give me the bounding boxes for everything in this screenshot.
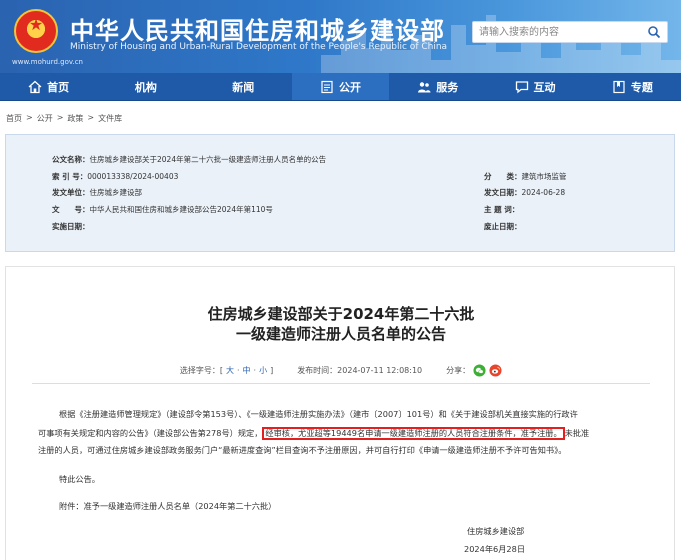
- meta-title-value: 住房城乡建设部关于2024年第二十六批一级建造师注册人员名单的公告: [89, 155, 327, 164]
- paragraph-1-line-3: 注册的人员，可通过住房城乡建设部政务服务门户“最新进度查询”栏目查询不予注册原因…: [38, 445, 567, 455]
- signature-date: 2024年6月28日: [464, 544, 526, 554]
- breadcrumb-policy[interactable]: 政策: [67, 113, 83, 124]
- article-title-line-2: 一级建造师注册人员名单的公告: [235, 325, 446, 343]
- article-content: 住房城乡建设部关于2024年第二十六批 一级建造师注册人员名单的公告 选择字号：…: [5, 266, 675, 560]
- meta-category-value: 建筑市场监管: [521, 172, 567, 181]
- meta-subject-label: 主 题 词：: [484, 205, 520, 214]
- meta-issuer-value: 住房城乡建设部: [89, 188, 143, 197]
- chat-icon: [515, 80, 528, 93]
- meta-date-label: 发文日期：: [484, 188, 522, 197]
- article-info-bar: 选择字号：[ 大 · 中 · 小 ] 发布时间：2024-07-11 12:08…: [6, 364, 676, 377]
- share-label: 分享：: [446, 366, 471, 375]
- breadcrumb-separator: >: [56, 113, 64, 122]
- nav-news[interactable]: 新闻: [195, 73, 292, 100]
- document-metadata: 公文名称：住房城乡建设部关于2024年第二十六批一级建造师注册人员名单的公告 索…: [5, 134, 675, 252]
- font-size-label: 选择字号：[: [179, 366, 223, 375]
- breadcrumb-separator: >: [26, 113, 33, 122]
- search-box: [472, 21, 668, 43]
- font-size-large[interactable]: 大: [226, 365, 234, 376]
- meta-category-row: 分 类：建筑市场监管: [484, 171, 567, 182]
- home-icon: [28, 80, 42, 93]
- paragraph-1-line-2-start: 可事项有关规定和内容的公告》（建设部公告第278号）规定，: [38, 428, 263, 438]
- meta-date-row: 发文日期：2024-06-28: [484, 187, 565, 198]
- nav-institutions-label: 机构: [134, 80, 157, 94]
- meta-index-label: 索 引 号：: [52, 172, 88, 181]
- meta-date-value: 2024-06-28: [521, 188, 566, 197]
- attachment-link[interactable]: 附件：准予一级建造师注册人员名单（2024年第二十六批）: [59, 501, 276, 512]
- site-url: www.mohurd.gov.cn: [12, 58, 83, 66]
- meta-docno-value: 中华人民共和国住房和城乡建设部公告2024年第110号: [89, 205, 273, 214]
- publish-time: 发布时间：2024-07-11 12:08:10: [297, 366, 423, 375]
- meta-title-label: 公文名称：: [52, 155, 90, 164]
- nav-public-label: 公开: [338, 80, 361, 94]
- meta-effective-label: 实施日期：: [52, 222, 90, 231]
- search-icon[interactable]: [647, 25, 661, 39]
- font-separator: ·: [236, 366, 240, 375]
- main-nav: 首页 机构 新闻 公开 服务 互动 专题: [0, 73, 681, 101]
- font-size-close: ]: [270, 366, 274, 375]
- meta-docno-label: 文 号：: [52, 205, 90, 214]
- nav-topics-label: 专题: [630, 80, 653, 94]
- highlighted-approval-text: 经审核，尤亚超等19449名申请一级建造师注册的人员符合注册条件，准予注册。: [262, 427, 565, 440]
- article-title-line-1: 住房城乡建设部关于2024年第二十六批: [207, 305, 475, 323]
- font-separator: ·: [253, 366, 257, 375]
- nav-public[interactable]: 公开: [291, 73, 390, 100]
- site-header: 中华人民共和国住房和城乡建设部 Ministry of Housing and …: [0, 0, 681, 73]
- meta-docno-row: 文 号：中华人民共和国住房和城乡建设部公告2024年第110号: [52, 204, 273, 215]
- nav-home[interactable]: 首页: [0, 73, 97, 100]
- nav-interaction[interactable]: 互动: [486, 73, 583, 100]
- paragraph-2: 特此公告。: [59, 474, 100, 484]
- site-subtitle: Ministry of Housing and Urban-Rural Deve…: [70, 42, 448, 52]
- breadcrumb: 首页 > 公开 > 政策 > 文件库: [6, 113, 122, 124]
- site-title: 中华人民共和国住房和城乡建设部: [70, 17, 445, 45]
- meta-index-value: 000013338/2024-00403: [87, 172, 179, 181]
- search-input[interactable]: [479, 24, 639, 40]
- nav-interaction-label: 互动: [533, 80, 556, 94]
- breadcrumb-file-library[interactable]: 文件库: [98, 113, 122, 124]
- breadcrumb-separator: >: [87, 113, 95, 122]
- nav-services[interactable]: 服务: [389, 73, 486, 100]
- weibo-share-icon[interactable]: [489, 364, 502, 377]
- breadcrumb-public[interactable]: 公开: [37, 113, 53, 124]
- paragraph-1-line-2: 可事项有关规定和内容的公告》（建设部公告第278号）规定， 经审核，尤亚超等194…: [38, 427, 589, 440]
- wechat-share-icon[interactable]: [473, 364, 486, 377]
- paragraph-1-line-2-end: 未批准: [564, 428, 590, 438]
- national-emblem-icon: [14, 9, 58, 53]
- nav-topics[interactable]: 专题: [584, 73, 681, 100]
- paragraph-1-line-1: 根据《注册建造师管理规定》（建设部令第153号）、《一级建造师注册实施办法》（建…: [59, 409, 578, 419]
- bookmark-icon: [613, 80, 625, 93]
- meta-title-row: 公文名称：住房城乡建设部关于2024年第二十六批一级建造师注册人员名单的公告: [52, 154, 326, 165]
- nav-home-label: 首页: [47, 80, 70, 94]
- font-size-medium[interactable]: 中: [243, 365, 251, 376]
- meta-category-label: 分 类：: [484, 172, 522, 181]
- meta-effective-row: 实施日期：: [52, 221, 90, 232]
- nav-services-label: 服务: [436, 80, 459, 94]
- meta-issuer-label: 发文单位：: [52, 188, 90, 197]
- nav-news-label: 新闻: [232, 80, 255, 94]
- meta-index-row: 索 引 号：000013338/2024-00403: [52, 171, 178, 182]
- breadcrumb-home[interactable]: 首页: [6, 113, 22, 124]
- meta-issuer-row: 发文单位：住房城乡建设部: [52, 187, 142, 198]
- meta-subject-row: 主 题 词：: [484, 204, 519, 215]
- signature-org: 住房城乡建设部: [467, 526, 525, 536]
- document-icon: [321, 80, 333, 93]
- people-icon: [418, 81, 431, 92]
- font-size-small[interactable]: 小: [259, 365, 267, 376]
- nav-institutions[interactable]: 机构: [97, 73, 194, 100]
- meta-expire-label: 废止日期：: [484, 222, 522, 231]
- content-divider: [32, 383, 650, 384]
- meta-expire-row: 废止日期：: [484, 221, 522, 232]
